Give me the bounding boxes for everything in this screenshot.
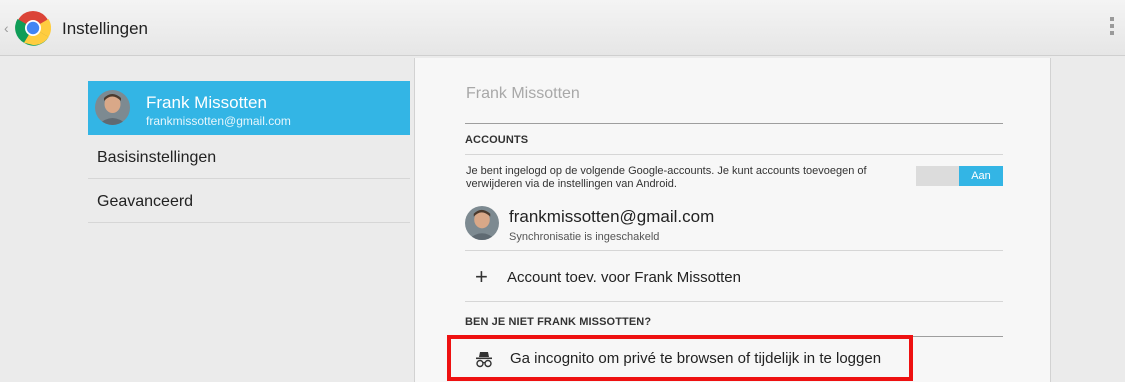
- plus-icon: +: [475, 264, 488, 289]
- section-title-accounts: ACCOUNTS: [465, 134, 529, 146]
- nav-item-label: Geavanceerd: [97, 193, 194, 210]
- incognito-item[interactable]: Ga incognito om privé te browsen of tijd…: [447, 335, 913, 381]
- avatar: [465, 206, 499, 240]
- nav-item-basisinstellingen[interactable]: Basisinstellingen: [88, 136, 410, 179]
- account-entry-email: frankmissotten@gmail.com: [509, 207, 715, 226]
- chrome-logo-icon[interactable]: [15, 10, 51, 46]
- toggle-on-label: Aan: [959, 166, 1003, 186]
- profile-title: Frank Missotten: [466, 85, 580, 102]
- avatar: [95, 90, 130, 125]
- settings-nav-pane: Frank Missotten frankmissotten@gmail.com…: [0, 56, 410, 382]
- overflow-menu-icon[interactable]: [1107, 17, 1117, 39]
- account-header-item[interactable]: Frank Missotten frankmissotten@gmail.com: [88, 81, 410, 135]
- app-title: Instellingen: [62, 19, 149, 38]
- up-caret-icon[interactable]: ‹: [4, 20, 9, 36]
- divider: [465, 301, 1003, 302]
- divider: [465, 123, 1003, 124]
- accounts-toggle[interactable]: Aan: [916, 166, 1003, 186]
- divider: [465, 154, 1003, 155]
- incognito-label: Ga incognito om privé te browsen of tijd…: [510, 350, 882, 367]
- account-entry-status: Synchronisatie is ingeschakeld: [509, 231, 660, 243]
- action-bar: ‹ Instellingen: [0, 0, 1125, 56]
- incognito-icon: [476, 352, 492, 368]
- nav-item-geavanceerd[interactable]: Geavanceerd: [88, 180, 410, 223]
- section-title-not-you: BEN JE NIET FRANK MISSOTTEN?: [465, 316, 652, 328]
- add-account-label: Account toev. voor Frank Missotten: [507, 269, 741, 286]
- accounts-description: Je bent ingelogd op de volgende Google-a…: [466, 165, 867, 190]
- account-name: Frank Missotten: [146, 93, 267, 112]
- account-email: frankmissotten@gmail.com: [146, 114, 291, 128]
- divider: [465, 250, 1003, 251]
- account-detail-card: Frank Missotten ACCOUNTS Je bent ingelog…: [414, 58, 1051, 382]
- nav-item-label: Basisinstellingen: [97, 149, 217, 166]
